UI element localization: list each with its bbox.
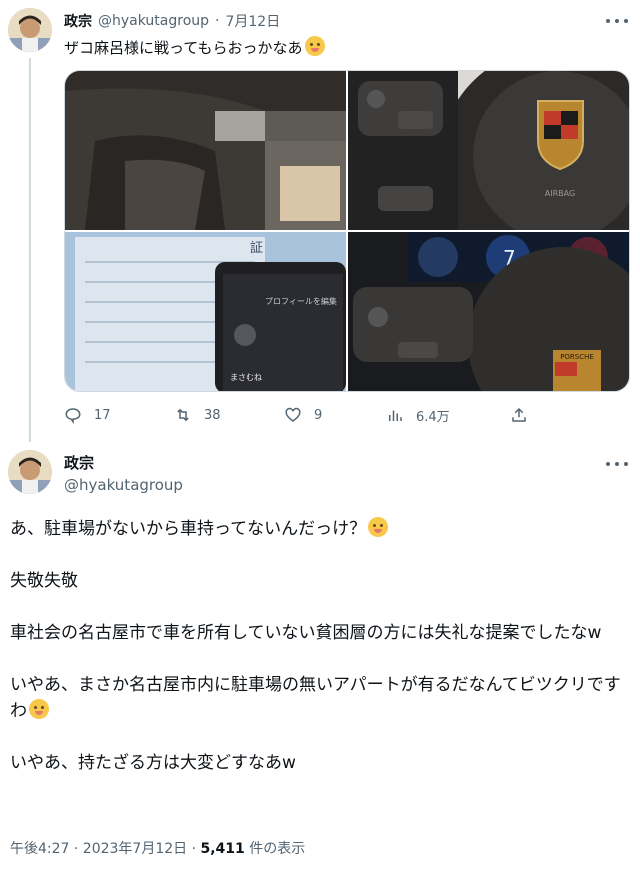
media-grid: AIRBAG 証 プロフィールを編集 まさむね 7 PORSCHE	[64, 70, 630, 392]
tweet-text-content: ザコ麻呂様に戦ってもらおっかなあ	[64, 39, 303, 57]
tweet-paragraph: いやあ、持たざる方は大変どすなあw	[10, 753, 296, 773]
photo-document-phone[interactable]: 証 プロフィールを編集 まさむね	[65, 232, 346, 391]
dot-icon	[606, 19, 610, 23]
document-title: 証	[250, 241, 263, 256]
tweet-paragraph: あ、駐車場がないから車持ってないんだっけ？	[10, 516, 626, 542]
tweet-paragraph: いやあ、まさか名古屋市内に駐車場の無いアパートが有るだなんてビツクリですわ	[10, 672, 626, 724]
dot-icon	[615, 462, 619, 466]
more-options-button[interactable]	[606, 13, 628, 29]
porsche-badge-text: PORSCHE	[560, 353, 594, 361]
tweet-text: ザコ麻呂様に戦ってもらおっかなあ	[64, 36, 325, 58]
giggle-emoji-icon	[304, 36, 325, 56]
retweet-button[interactable]: 38	[174, 402, 221, 428]
retweet-icon	[177, 408, 189, 422]
tweet-meta: 午後4:27 · 2023年7月12日 · 5,411 件の表示	[10, 838, 305, 858]
dot-icon	[624, 19, 628, 23]
view-count: 6.4万	[416, 409, 450, 425]
phone-display-name: まさむね	[230, 373, 262, 382]
tweet-date[interactable]: 7月12日	[225, 11, 280, 31]
separator-dot: ·	[215, 13, 220, 29]
share-icon	[512, 407, 526, 422]
user-handle[interactable]: @hyakutagroup	[64, 476, 183, 494]
tweet-1[interactable]: 政宗 @hyakutagroup · 7月12日 ザコ麻呂様に戦ってもらおっかな…	[0, 0, 640, 442]
views-button[interactable]: 6.4万	[386, 402, 450, 428]
reply-button[interactable]: 17	[64, 402, 111, 428]
photo-steering-wheel[interactable]: AIRBAG	[348, 71, 629, 230]
photo-dashboard-wheel[interactable]: 7 PORSCHE	[348, 232, 629, 391]
phone-profile-edit: プロフィールを編集	[265, 296, 337, 306]
like-button[interactable]: 9	[284, 402, 322, 428]
views-number: 5,411	[200, 841, 245, 857]
reply-icon	[65, 408, 81, 424]
heart-icon	[285, 407, 301, 422]
dot-icon	[606, 462, 610, 466]
analytics-bar-icon	[389, 410, 402, 421]
dot-icon	[615, 19, 619, 23]
paragraph-text: いやあ、まさか名古屋市内に駐車場の無いアパートが有るだなんてビツクリですわ	[10, 675, 621, 721]
paragraph-text: あ、駐車場がないから車持ってないんだっけ？	[10, 519, 367, 539]
reply-count: 17	[94, 407, 111, 423]
pleading-emoji-icon	[29, 699, 49, 719]
avatar[interactable]	[8, 8, 52, 52]
share-button[interactable]	[510, 402, 540, 428]
views-label: 件の表示	[244, 841, 306, 857]
giggle-emoji-icon	[368, 517, 389, 537]
user-handle[interactable]: @hyakutagroup	[98, 13, 209, 29]
tweet-2[interactable]: 政宗 @hyakutagroup あ、駐車場がないから車持ってないんだっけ？ 失…	[0, 442, 640, 872]
wheel-airbag-label: AIRBAG	[545, 189, 575, 198]
tweet-timestamp[interactable]: 午後4:27 · 2023年7月12日 ·	[10, 841, 201, 857]
dot-icon	[624, 462, 628, 466]
tweet-paragraph: 失敬失敬	[10, 571, 78, 591]
tweet-actions: 17 38 9 6.4万	[64, 402, 534, 428]
retweet-count: 38	[204, 407, 221, 423]
more-options-button[interactable]	[606, 456, 628, 472]
thread-line	[29, 58, 31, 442]
tweet-body: あ、駐車場がないから車持ってないんだっけ？ 失敬失敬 車社会の名古屋市で車を所有…	[10, 516, 626, 776]
tweet-header: 政宗 @hyakutagroup · 7月12日	[64, 10, 280, 32]
like-count: 9	[314, 407, 323, 423]
photo-car-seats[interactable]	[65, 71, 346, 230]
tweet-paragraph: 車社会の名古屋市で車を所有していない貧困層の方には失礼な提案でしたなw	[10, 623, 602, 643]
display-name[interactable]: 政宗	[64, 452, 94, 473]
display-name[interactable]: 政宗	[64, 11, 92, 31]
avatar[interactable]	[8, 450, 52, 494]
